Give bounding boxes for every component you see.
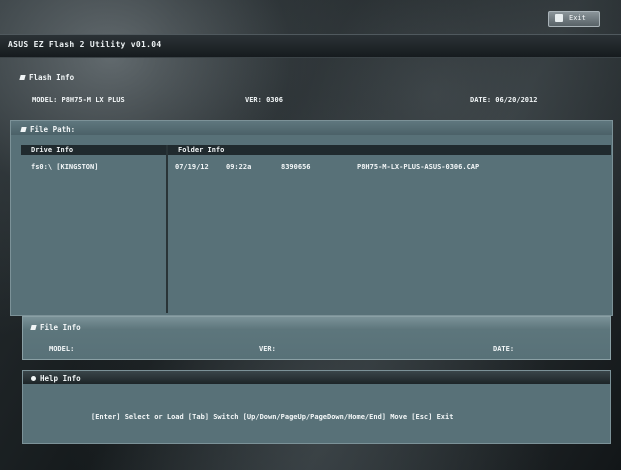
file-date-info: DATE: <box>493 345 515 353</box>
column-divider <box>166 145 168 313</box>
flash-date: DATE: 06/20/2012 <box>470 96 538 104</box>
drive-item[interactable]: fs0:\ [KINGSTON] <box>31 163 98 171</box>
exit-icon <box>555 14 563 22</box>
app-title: ASUS EZ Flash 2 Utility v01.04 <box>8 40 162 49</box>
help-info-header <box>23 371 610 384</box>
help-text: [Enter] Select or Load [Tab] Switch [Up/… <box>91 413 454 421</box>
flash-ver: VER: 0306 <box>245 96 283 104</box>
file-path-heading-text: File Path: <box>30 125 76 134</box>
folder-info-header: Folder Info <box>168 145 611 155</box>
file-size[interactable]: 8390656 <box>281 163 311 171</box>
file-info-heading-text: File Info <box>40 323 81 332</box>
file-model: MODEL: <box>49 345 75 353</box>
exit-button[interactable]: Exit <box>548 11 600 27</box>
flash-info-heading-text: Flash Info <box>29 73 75 82</box>
drive-info-header: Drive Info <box>21 145 166 155</box>
help-info-heading: Help Info <box>31 374 81 383</box>
bullet-icon <box>30 325 37 330</box>
file-date[interactable]: 07/19/12 <box>175 163 209 171</box>
file-name[interactable]: P8H75-M-LX-PLUS-ASUS-0306.CAP <box>357 163 479 171</box>
file-info-heading: File Info <box>30 323 81 332</box>
flash-info-heading: Flash Info <box>19 73 75 82</box>
file-path-panel: File Path: Drive Info Folder Info fs0:\ … <box>10 120 613 316</box>
file-info-panel: File Info MODEL: VER: DATE: <box>22 316 611 360</box>
bullet-icon <box>19 75 26 80</box>
help-info-heading-text: Help Info <box>40 374 81 383</box>
file-time[interactable]: 09:22a <box>226 163 251 171</box>
file-path-heading: File Path: <box>20 125 76 134</box>
help-info-panel: Help Info [Enter] Select or Load [Tab] S… <box>22 370 611 444</box>
file-path-header <box>11 121 612 135</box>
info-icon <box>31 376 36 381</box>
bullet-icon <box>20 127 27 132</box>
file-ver: VER: <box>259 345 276 353</box>
title-bar: ASUS EZ Flash 2 Utility v01.04 <box>0 34 621 58</box>
flash-model: MODEL: P8H75-M LX PLUS <box>32 96 125 104</box>
exit-label: Exit <box>569 14 586 22</box>
